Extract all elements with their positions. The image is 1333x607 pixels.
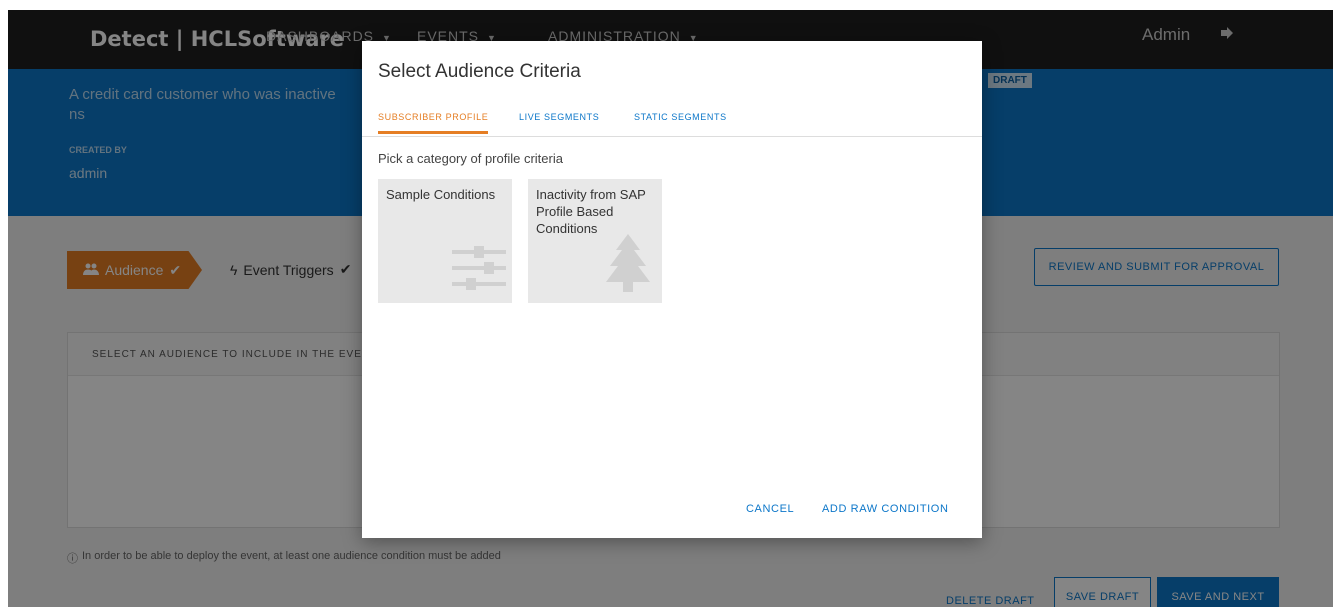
tile-label: Sample Conditions [386, 187, 496, 202]
dialog-tabs: SUBSCRIBER PROFILE LIVE SEGMENTS STATIC … [362, 107, 982, 137]
category-tile-sample-conditions[interactable]: Sample Conditions [378, 179, 512, 303]
add-raw-condition-button[interactable]: ADD RAW CONDITION [822, 503, 949, 515]
category-tile-inactivity-sap[interactable]: Inactivity from SAP Profile Based Condit… [528, 179, 662, 303]
dialog-subtitle: Pick a category of profile criteria [378, 151, 563, 166]
tab-live-segments[interactable]: LIVE SEGMENTS [519, 112, 599, 131]
tab-static-segments[interactable]: STATIC SEGMENTS [634, 112, 727, 131]
cancel-button[interactable]: CANCEL [746, 503, 794, 515]
tile-label: Inactivity from SAP Profile Based Condit… [536, 187, 646, 236]
sliders-icon [452, 244, 506, 297]
app-window: Detect | HCLSoftware DASHBOARDS ▼ EVENTS ▼… [8, 10, 1333, 607]
dialog-title: Select Audience Criteria [378, 61, 581, 82]
audience-criteria-dialog: Select Audience Criteria SUBSCRIBER PROF… [362, 41, 982, 538]
tab-subscriber-profile[interactable]: SUBSCRIBER PROFILE [378, 112, 489, 134]
tree-icon [606, 234, 650, 297]
